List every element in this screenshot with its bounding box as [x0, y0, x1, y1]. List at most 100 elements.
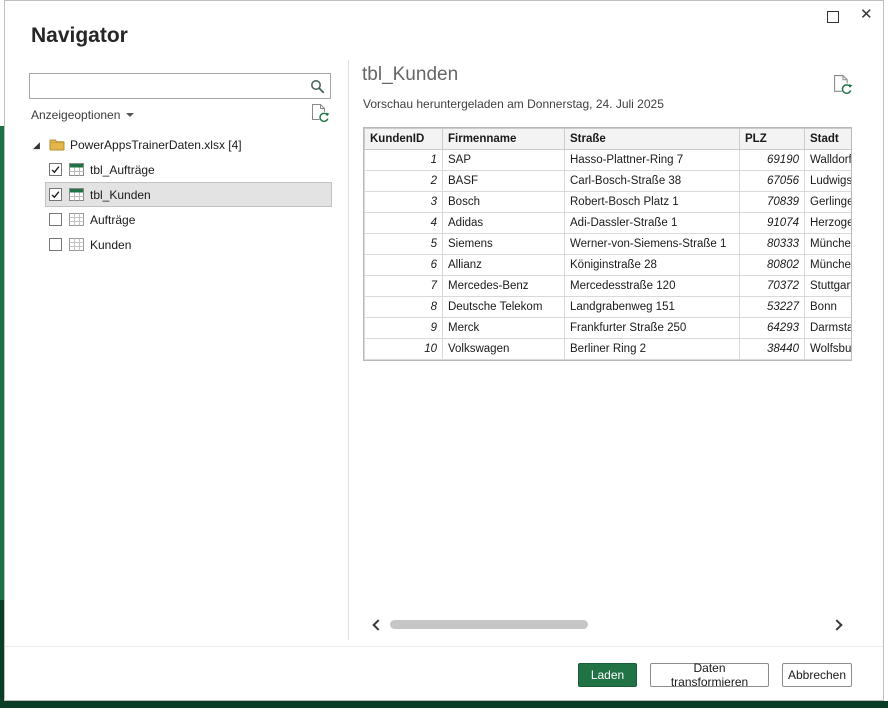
scrollbar-thumb[interactable] — [390, 620, 588, 629]
table-cell: 3 — [364, 191, 443, 213]
tree-item-tbl_Aufträge[interactable]: tbl_Aufträge — [45, 157, 332, 182]
table-cell: Bosch — [442, 191, 565, 213]
maximize-button[interactable] — [827, 11, 839, 23]
table-row: 1 SAP Hasso-Plattner-Ring 7 69190 Walldorf — [364, 149, 851, 171]
tree-item-label: Aufträge — [90, 212, 136, 227]
tree-children: tbl_Aufträge tbl_Kunden Aufträge Kunden — [45, 157, 332, 257]
table-cell: Gerlingen — [804, 191, 851, 213]
table-cell: 53227 — [739, 296, 805, 318]
excel-background-strip-bottom — [0, 701, 888, 708]
navigator-dialog-screen: ✕ Navigator Anzeigeoptionen ◢ PowerAppsT… — [0, 0, 888, 708]
table-row: 4AdidasAdi-Dassler-Straße 191074Herzogen… — [364, 212, 851, 234]
pane-divider — [348, 60, 349, 640]
table-row: 5 Siemens Werner-von-Siemens-Straße 1 80333… — [364, 233, 851, 255]
table-cell: Stuttgart — [804, 275, 851, 297]
scroll-right-arrow-icon[interactable] — [830, 619, 844, 631]
refresh-preview-icon[interactable] — [833, 74, 853, 95]
column-header: Stadt — [804, 128, 851, 150]
checkbox[interactable] — [49, 188, 62, 201]
preview-table-viewport: KundenID Firmenname Straße PLZ Stadt 1 SAP Hass… — [363, 127, 852, 361]
table-cell: SAP — [442, 149, 565, 171]
table-cell: 10 — [364, 338, 443, 360]
display-options-button[interactable]: Anzeigeoptionen — [31, 106, 135, 124]
table-cell: 9 — [364, 317, 443, 339]
sheet-icon — [69, 213, 84, 226]
table-cell: Landgrabenweg 151 — [564, 296, 740, 318]
table-cell: Walldorf — [804, 149, 851, 171]
table-cell: Bonn — [804, 296, 851, 318]
table-cell: BASF — [442, 170, 565, 192]
table-cell: Königinstraße 28 — [564, 254, 740, 276]
table-row: 10VolkswagenBerliner Ring 238440Wolfsbur… — [364, 338, 851, 360]
table-cell: Herzogenaurach — [804, 212, 851, 234]
table-cell: Adidas — [442, 212, 565, 234]
tree-item-label: tbl_Aufträge — [90, 162, 155, 177]
table-cell: Hasso-Plattner-Ring 7 — [564, 149, 740, 171]
column-header: Straße — [564, 128, 740, 150]
checkbox[interactable] — [49, 238, 62, 251]
cancel-button[interactable]: Abbrechen — [782, 663, 852, 687]
table-row: 2BASFCarl-Bosch-Straße 3867056Ludwigshaf… — [364, 170, 851, 192]
column-header: PLZ — [739, 128, 805, 150]
close-button[interactable]: ✕ — [860, 6, 873, 24]
table-cell: Robert-Bosch Platz 1 — [564, 191, 740, 213]
workbook-label: PowerAppsTrainerDaten.xlsx [4] — [70, 137, 242, 152]
table-cell: 91074 — [739, 212, 805, 234]
scroll-left-arrow-icon[interactable] — [370, 619, 384, 631]
tree-item-tbl_Kunden[interactable]: tbl_Kunden — [45, 182, 332, 207]
preview-title: tbl_Kunden — [362, 64, 459, 85]
table-cell: München — [804, 254, 851, 276]
table-cell: Werner-von-Siemens-Straße 1 — [564, 233, 740, 255]
preview-subtitle: Vorschau heruntergeladen am Donnerstag, … — [363, 97, 664, 111]
table-cell: 80333 — [739, 233, 805, 255]
table-cell: 2 — [364, 170, 443, 192]
search-icon[interactable] — [310, 79, 325, 94]
checkbox[interactable] — [49, 163, 62, 176]
sheet-icon — [69, 238, 84, 251]
table-cell: Darmstadt — [804, 317, 851, 339]
table-cell: Siemens — [442, 233, 565, 255]
folder-icon — [49, 138, 65, 151]
table-cell: München — [804, 233, 851, 255]
table-cell: 69190 — [739, 149, 805, 171]
chevron-down-icon — [126, 113, 135, 121]
table-cell: Wolfsburg — [804, 338, 851, 360]
footer-separator — [5, 646, 883, 647]
table-cell: 5 — [364, 233, 443, 255]
table-cell: Merck — [442, 317, 565, 339]
table-cell: Volkswagen — [442, 338, 565, 360]
table-row: 9MerckFrankfurter Straße 25064293Darmsta… — [364, 317, 851, 339]
tree-root-workbook[interactable]: ◢ PowerAppsTrainerDaten.xlsx [4] — [29, 132, 332, 157]
preview-table: KundenID Firmenname Straße PLZ Stadt 1 SAP Hass… — [364, 128, 851, 360]
table-cell: Adi-Dassler-Straße 1 — [564, 212, 740, 234]
table-cell: 67056 — [739, 170, 805, 192]
dialog-title: Navigator — [31, 24, 128, 47]
load-button[interactable]: Laden — [578, 663, 637, 687]
table-cell: 70839 — [739, 191, 805, 213]
table-row: 7 Mercedes-Benz Mercedesstraße 120 70372 Stu… — [364, 275, 851, 297]
column-header: KundenID — [364, 128, 443, 150]
checkbox[interactable] — [49, 213, 62, 226]
refresh-list-icon[interactable] — [311, 103, 330, 123]
table-cell: Allianz — [442, 254, 565, 276]
transform-data-button[interactable]: Daten transformieren — [650, 661, 769, 689]
tree-item-Kunden[interactable]: Kunden — [45, 232, 332, 257]
tree-item-Aufträge[interactable]: Aufträge — [45, 207, 332, 232]
table-row: 6AllianzKöniginstraße 2880802München — [364, 254, 851, 276]
tree-item-label: tbl_Kunden — [90, 187, 151, 202]
tree-item-label: Kunden — [90, 237, 132, 252]
table-cell: Deutsche Telekom — [442, 296, 565, 318]
table-cell: 6 — [364, 254, 443, 276]
table-cell: 64293 — [739, 317, 805, 339]
table-cell: Ludwigshafen — [804, 170, 851, 192]
table-cell: 38440 — [739, 338, 805, 360]
table-cell: 7 — [364, 275, 443, 297]
table-icon — [69, 188, 84, 201]
table-header-row: KundenID Firmenname Straße PLZ Stadt — [364, 128, 851, 150]
table-cell: 1 — [364, 149, 443, 171]
table-row: 8 Deutsche Telekom Landgrabenweg 151 53227 B… — [364, 296, 851, 318]
table-cell: Frankfurter Straße 250 — [564, 317, 740, 339]
collapse-expander-icon[interactable]: ◢ — [33, 140, 44, 150]
horizontal-scrollbar[interactable] — [368, 616, 846, 632]
search-input[interactable] — [30, 74, 330, 98]
